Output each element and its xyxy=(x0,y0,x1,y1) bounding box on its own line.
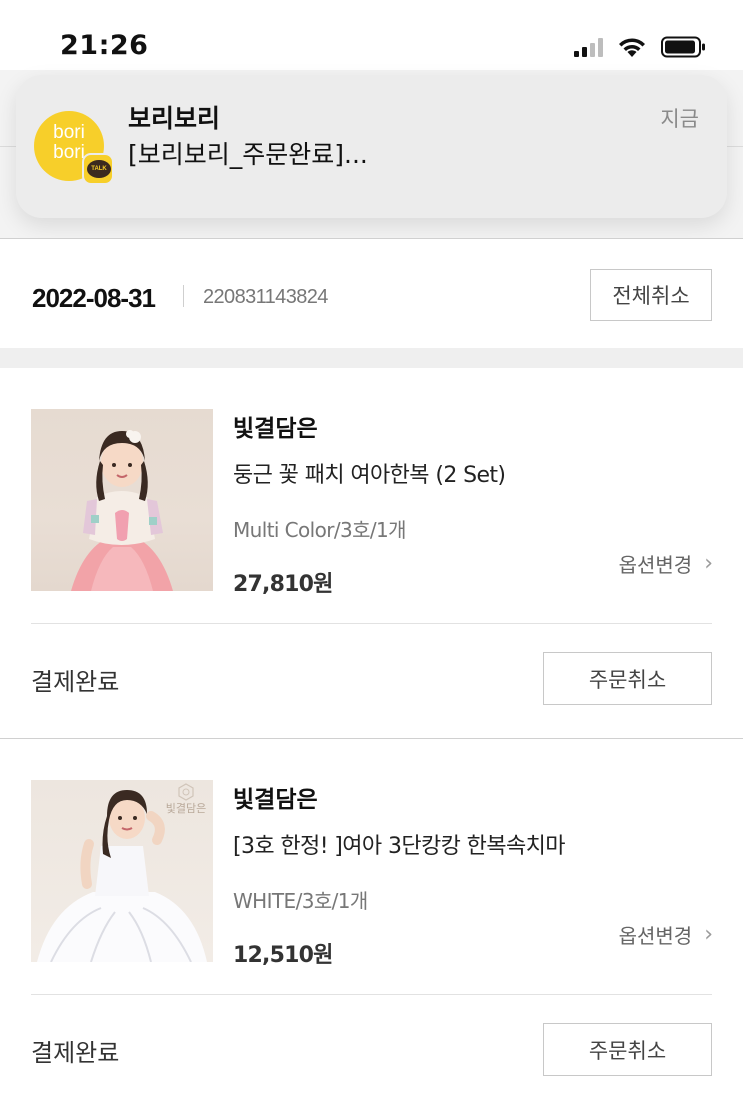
chevron-right-icon: › xyxy=(704,922,713,947)
option-change-button[interactable]: 옵션변경 › xyxy=(619,920,713,949)
status-icons xyxy=(574,36,707,58)
girl-white-dress-illustration: 빛결담은 xyxy=(37,783,207,962)
product-name[interactable]: [3호 한정! ]여아 3단캉캉 한복속치마 xyxy=(233,828,565,860)
option-change-label: 옵션변경 xyxy=(618,924,693,948)
notification-message: [보리보리_주문완료]... xyxy=(128,140,368,169)
order-cancel-button[interactable]: 주문취소 xyxy=(543,652,712,705)
order-item: 빛결담은 빛결담은 [3호 한정! ]여아 3단캉캉 한복속치마 WHITE/3… xyxy=(0,738,743,1101)
option-change-label: 옵션변경 xyxy=(618,553,693,577)
section-separator xyxy=(0,348,743,368)
kakaotalk-notification[interactable]: bori bori TALK 보리보리 [보리보리_주문완료]... 지금 xyxy=(16,75,727,218)
battery-icon xyxy=(661,36,705,58)
product-price: 12,510원 xyxy=(233,943,333,968)
cellular-signal-icon xyxy=(574,37,603,57)
item-divider xyxy=(31,623,712,624)
payment-status: 결제완료 xyxy=(31,1039,120,1067)
item-divider xyxy=(31,994,712,995)
chevron-right-icon: › xyxy=(704,551,713,576)
notification-time: 지금 xyxy=(660,107,699,131)
product-price: 27,810원 xyxy=(233,572,333,597)
wifi-icon xyxy=(619,38,645,57)
kakaotalk-badge-icon: TALK xyxy=(82,153,114,185)
product-option: Multi Color/3호/1개 xyxy=(233,518,407,542)
order-date: 2022-08-31 xyxy=(32,283,156,313)
status-time: 21:26 xyxy=(60,30,149,61)
product-image[interactable]: 빛결담은 xyxy=(31,780,213,962)
payment-status: 결제완료 xyxy=(31,668,120,696)
order-header: 2022-08-31 220831143824 전체취소 xyxy=(0,238,743,348)
status-bar: 21:26 xyxy=(0,0,743,70)
brand-name[interactable]: 빛결담은 xyxy=(233,409,318,443)
product-name[interactable]: 둥근 꽃 패치 여아한복 (2 Set) xyxy=(233,457,506,489)
option-change-button[interactable]: 옵션변경 › xyxy=(619,549,713,578)
product-option: WHITE/3호/1개 xyxy=(233,889,368,913)
order-item: 빛결담은 둥근 꽃 패치 여아한복 (2 Set) Multi Color/3호… xyxy=(0,368,743,738)
brand-name[interactable]: 빛결담은 xyxy=(233,780,318,814)
girl-hanbok-illustration xyxy=(71,430,173,591)
product-image[interactable] xyxy=(31,409,213,591)
notification-sender: 보리보리 xyxy=(128,104,221,133)
talk-badge-text: TALK xyxy=(87,160,111,178)
image-watermark: 빛결담은 xyxy=(166,802,206,815)
header-divider xyxy=(183,285,184,307)
cancel-all-button[interactable]: 전체취소 xyxy=(590,269,712,321)
order-number: 220831143824 xyxy=(203,286,328,308)
order-cancel-button[interactable]: 주문취소 xyxy=(543,1023,712,1076)
